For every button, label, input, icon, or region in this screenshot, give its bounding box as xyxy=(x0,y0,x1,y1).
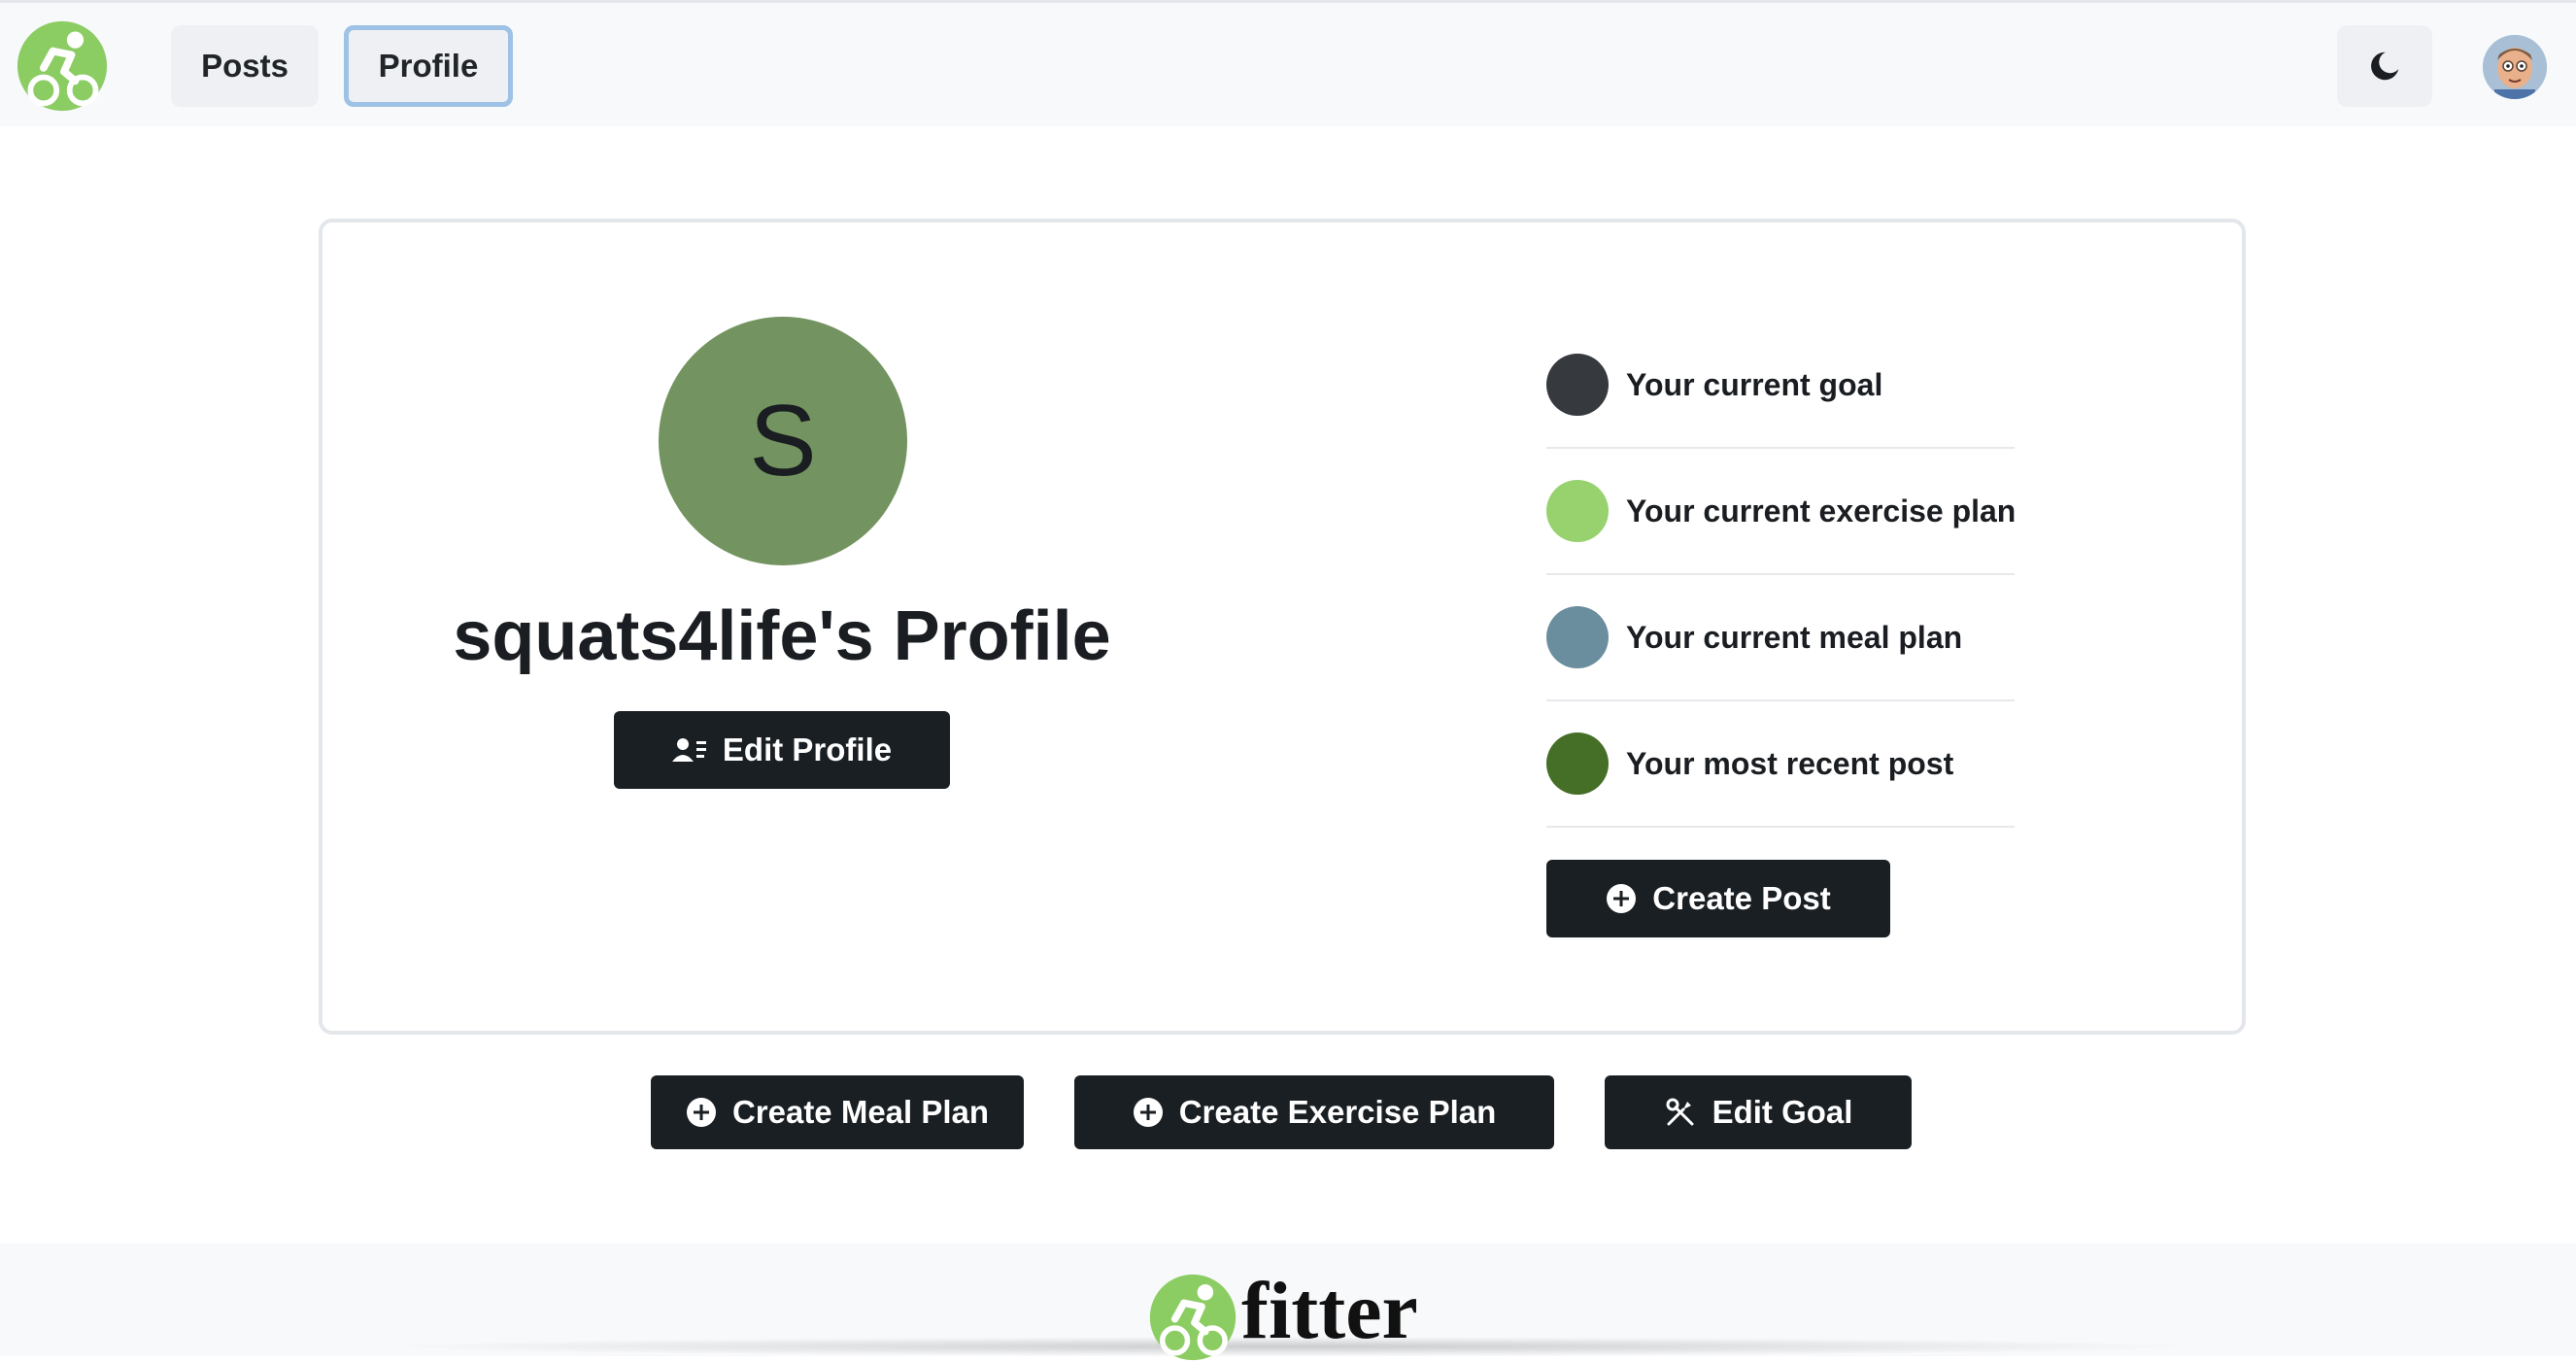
summary-item-exercise-plan[interactable]: Your current exercise plan xyxy=(1546,449,2017,575)
meal-plan-dot xyxy=(1546,606,1609,668)
summary-item-recent-post[interactable]: Your most recent post xyxy=(1546,701,2015,828)
tools-icon xyxy=(1666,1098,1694,1126)
summary-item-label: Your most recent post xyxy=(1626,745,1954,781)
plus-circle-icon xyxy=(1133,1098,1163,1127)
nav-tab-profile[interactable]: Profile xyxy=(344,25,513,107)
plus-circle-icon xyxy=(686,1098,716,1127)
summary-list: Your current goal Your current exercise … xyxy=(1546,323,2017,828)
summary-item-label: Your current exercise plan xyxy=(1626,493,2017,528)
create-post-label: Create Post xyxy=(1652,880,1831,916)
fitter-logo-icon xyxy=(1149,1274,1237,1361)
nav-tab-posts[interactable]: Posts xyxy=(171,25,319,107)
summary-item-label: Your current meal plan xyxy=(1626,619,1963,655)
edit-goal-button[interactable]: Edit Goal xyxy=(1605,1075,1912,1149)
edit-goal-label: Edit Goal xyxy=(1712,1094,1853,1130)
create-meal-plan-button[interactable]: Create Meal Plan xyxy=(651,1075,1024,1149)
fitter-logo-icon[interactable] xyxy=(16,19,109,113)
summary-item-label: Your current goal xyxy=(1626,366,1883,402)
summary-item-goal[interactable]: Your current goal xyxy=(1546,323,2015,449)
moon-icon xyxy=(2371,51,2399,81)
create-exercise-plan-label: Create Exercise Plan xyxy=(1178,1094,1497,1130)
top-navbar: Posts Profile xyxy=(0,0,2576,126)
footer-brand: fitter xyxy=(1241,1266,1418,1356)
profile-title: squats4life's Profile xyxy=(453,597,1111,675)
summary-item-meal-plan[interactable]: Your current meal plan xyxy=(1546,575,2015,701)
create-exercise-plan-button[interactable]: Create Exercise Plan xyxy=(1074,1075,1554,1149)
goal-dot xyxy=(1546,354,1609,416)
plus-circle-icon xyxy=(1607,884,1637,913)
profile-avatar: S xyxy=(659,317,907,565)
profile-initial: S xyxy=(749,384,817,497)
user-details-icon xyxy=(671,738,706,762)
create-meal-plan-label: Create Meal Plan xyxy=(731,1094,990,1130)
edit-profile-button[interactable]: Edit Profile xyxy=(614,711,950,789)
user-avatar[interactable] xyxy=(2483,35,2547,99)
recent-post-dot xyxy=(1546,732,1609,795)
avatar-face-icon xyxy=(2483,35,2547,99)
exercise-plan-dot xyxy=(1546,480,1609,542)
create-post-button[interactable]: Create Post xyxy=(1546,860,1890,937)
edit-profile-label: Edit Profile xyxy=(722,732,893,767)
theme-toggle-button[interactable] xyxy=(2337,25,2432,107)
